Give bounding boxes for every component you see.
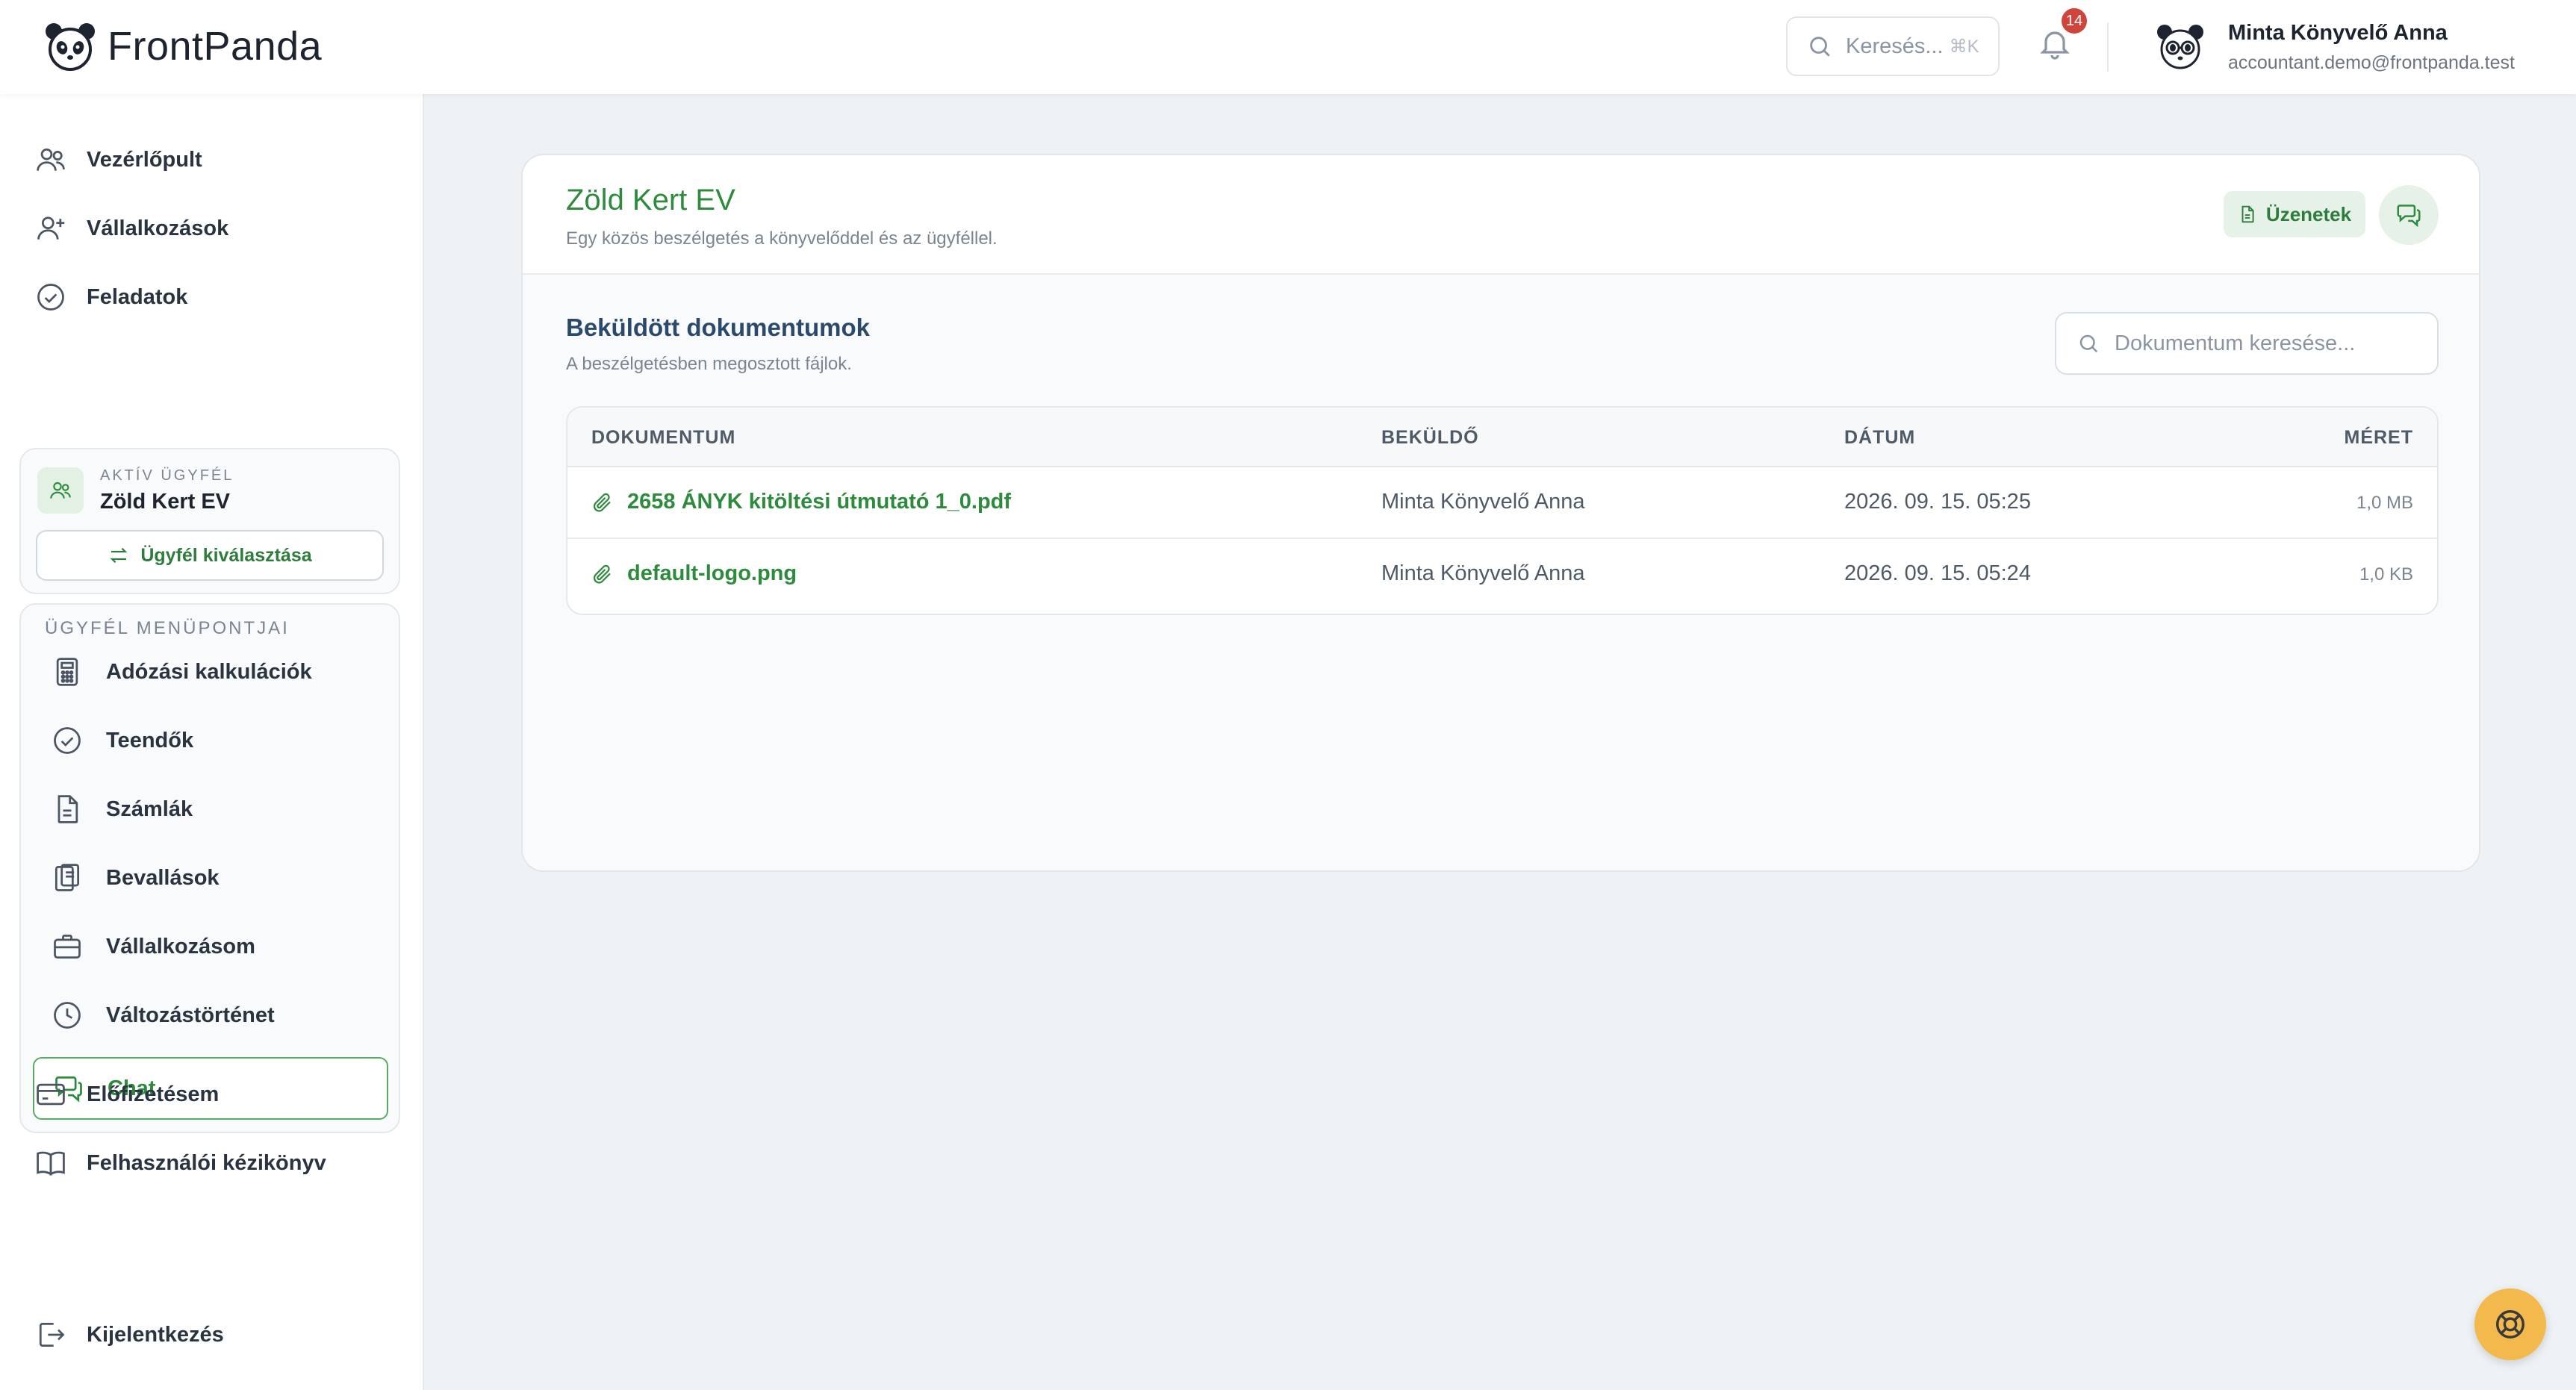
search-placeholder: Keresés... (1846, 34, 1944, 58)
sidebar-item-invoices[interactable]: Számlák (51, 793, 193, 826)
documents-title: Beküldött dokumentumok (566, 314, 871, 341)
logo[interactable]: FrontPanda (43, 21, 322, 72)
column-header-document[interactable]: DOKUMENTUM (591, 427, 735, 449)
check-circle-icon (54, 727, 81, 754)
logout-label: Kijelentkezés (87, 1322, 224, 1347)
help-button[interactable] (2474, 1288, 2546, 1360)
swap-icon (110, 547, 128, 564)
document-sender: Minta Könyvelő Anna (1381, 490, 1585, 514)
paperclip-icon (593, 564, 611, 584)
table-row[interactable]: default-logo.png Minta Könyvelő Anna 202… (567, 539, 2437, 611)
sidebar-item-label: Teendők (106, 728, 194, 752)
table-header: DOKUMENTUM BEKÜLDŐ DÁTUM MÉRET (567, 408, 2437, 467)
user-email: accountant.demo@frontpanda.test (2228, 52, 2515, 73)
brand-name: FrontPanda (108, 24, 323, 69)
panda-logo-icon (46, 23, 95, 71)
document-name: 2658 ÁNYK kitöltési útmutató 1_0.pdf (627, 490, 1012, 514)
paperclip-icon (593, 493, 611, 512)
sidebar-item-label: Számlák (106, 797, 193, 821)
client-menu: ÜGYFÉL MENÜPONTJAI Adózási kalkulációk T… (19, 603, 400, 1133)
page-subtitle: Egy közös beszélgetés a könyvelőddel és … (566, 228, 998, 249)
document-search-placeholder: Dokumentum keresése... (2115, 331, 2356, 355)
sidebar-item-history[interactable]: Változástörténet (51, 999, 275, 1032)
lifebuoy-icon (2496, 1310, 2524, 1338)
document-link[interactable]: 2658 ÁNYK kitöltési útmutató 1_0.pdf (591, 490, 1011, 514)
book-icon (37, 1151, 65, 1176)
table-row[interactable]: 2658 ÁNYK kitöltési útmutató 1_0.pdf Min… (567, 467, 2437, 539)
document-name: default-logo.png (627, 561, 797, 585)
sidebar-item-label: Feladatok (87, 284, 188, 309)
sidebar-item-label: Vállalkozásom (106, 934, 255, 959)
document-link[interactable]: default-logo.png (591, 561, 797, 586)
sidebar-item-label: Adózási kalkulációk (106, 659, 312, 684)
notification-badge: 14 (2059, 6, 2089, 36)
column-header-size[interactable]: MÉRET (2345, 427, 2414, 449)
clipboard-icon (55, 864, 80, 891)
select-client-label: Ügyfél kiválasztása (140, 544, 312, 566)
column-header-sender[interactable]: BEKÜLDŐ (1381, 427, 1479, 449)
top-header: FrontPanda Keresés... ⌘K 14 Minta Könyve… (0, 0, 2576, 94)
client-users-icon (37, 467, 84, 514)
document-icon (57, 795, 78, 823)
messages-button[interactable]: Üzenetek (2224, 191, 2365, 237)
sidebar-item-label: Bevallások (106, 865, 220, 890)
search-shortcut: ⌘K (1949, 36, 1979, 57)
user-plus-icon (37, 216, 65, 240)
page-title: Zöld Kert EV (566, 184, 735, 216)
sidebar-item-label: Vezérlőpult (87, 147, 202, 172)
credit-card-icon (37, 1083, 65, 1106)
sidebar-item-tax-returns[interactable]: Bevallások (51, 861, 220, 894)
column-header-date[interactable]: DÁTUM (1844, 427, 1915, 449)
sidebar-item-label: Felhasználói kézikönyv (87, 1150, 326, 1175)
logout-button[interactable]: Kijelentkezés (34, 1318, 224, 1351)
check-circle-icon (37, 284, 64, 311)
document-sender: Minta Könyvelő Anna (1381, 561, 1585, 585)
clock-icon (54, 1002, 81, 1029)
document-date: 2026. 09. 15. 05:24 (1844, 561, 2031, 585)
sidebar-item-businesses[interactable]: Vállalkozások (34, 212, 228, 245)
avatar[interactable] (2155, 21, 2206, 72)
file-icon (2241, 205, 2254, 223)
chat-button[interactable] (2379, 185, 2439, 245)
active-client-label: AKTÍV ÜGYFÉL (100, 467, 234, 484)
search-icon (2079, 334, 2098, 353)
sidebar-item-todos[interactable]: Teendők (51, 724, 193, 757)
sidebar-item-dashboard[interactable]: Vezérlőpult (34, 143, 202, 176)
chat-icon (2397, 205, 2421, 228)
active-client-name: Zöld Kert EV (100, 490, 231, 514)
sidebar-item-label: Előfizetésem (87, 1082, 220, 1106)
calculator-icon (56, 658, 78, 686)
chat-card: Zöld Kert EV Egy közös beszélgetés a kön… (521, 154, 2480, 872)
user-name: Minta Könyvelő Anna (2228, 21, 2448, 45)
documents-subtitle: A beszélgetésben megosztott fájlok. (566, 354, 852, 374)
sidebar-item-label: Vállalkozások (87, 216, 229, 240)
sidebar-item-tax-calculations[interactable]: Adózási kalkulációk (51, 655, 312, 688)
document-size: 1,0 MB (2356, 493, 2413, 513)
active-client-card: AKTÍV ÜGYFÉL Zöld Kert EV Ügyfél kiválas… (19, 448, 400, 594)
sidebar-item-label: Változástörténet (106, 1003, 275, 1027)
documents-table: DOKUMENTUM BEKÜLDŐ DÁTUM MÉRET 2658 ÁNYK… (566, 406, 2439, 615)
document-date: 2026. 09. 15. 05:25 (1844, 490, 2031, 514)
sidebar-item-tasks[interactable]: Feladatok (34, 281, 187, 314)
document-size: 1,0 KB (2359, 564, 2413, 585)
sidebar-item-user-manual[interactable]: Felhasználói kézikönyv (34, 1147, 326, 1179)
users-icon (37, 148, 65, 171)
sidebar-item-my-business[interactable]: Vállalkozásom (51, 930, 255, 963)
sidebar-item-subscription[interactable]: Előfizetésem (34, 1078, 219, 1111)
sidebar: Vezérlőpult Vállalkozások Feladatok AKTÍ… (0, 94, 424, 1390)
header-divider (2107, 22, 2109, 72)
logout-icon (39, 1322, 65, 1347)
document-search-input[interactable]: Dokumentum keresése... (2055, 312, 2439, 375)
client-menu-label: ÜGYFÉL MENÜPONTJAI (45, 618, 290, 638)
select-client-button[interactable]: Ügyfél kiválasztása (36, 530, 384, 581)
search-icon (1810, 37, 1830, 57)
global-search[interactable]: Keresés... ⌘K (1786, 16, 2000, 76)
briefcase-icon (54, 934, 81, 959)
messages-button-label: Üzenetek (2265, 202, 2352, 225)
